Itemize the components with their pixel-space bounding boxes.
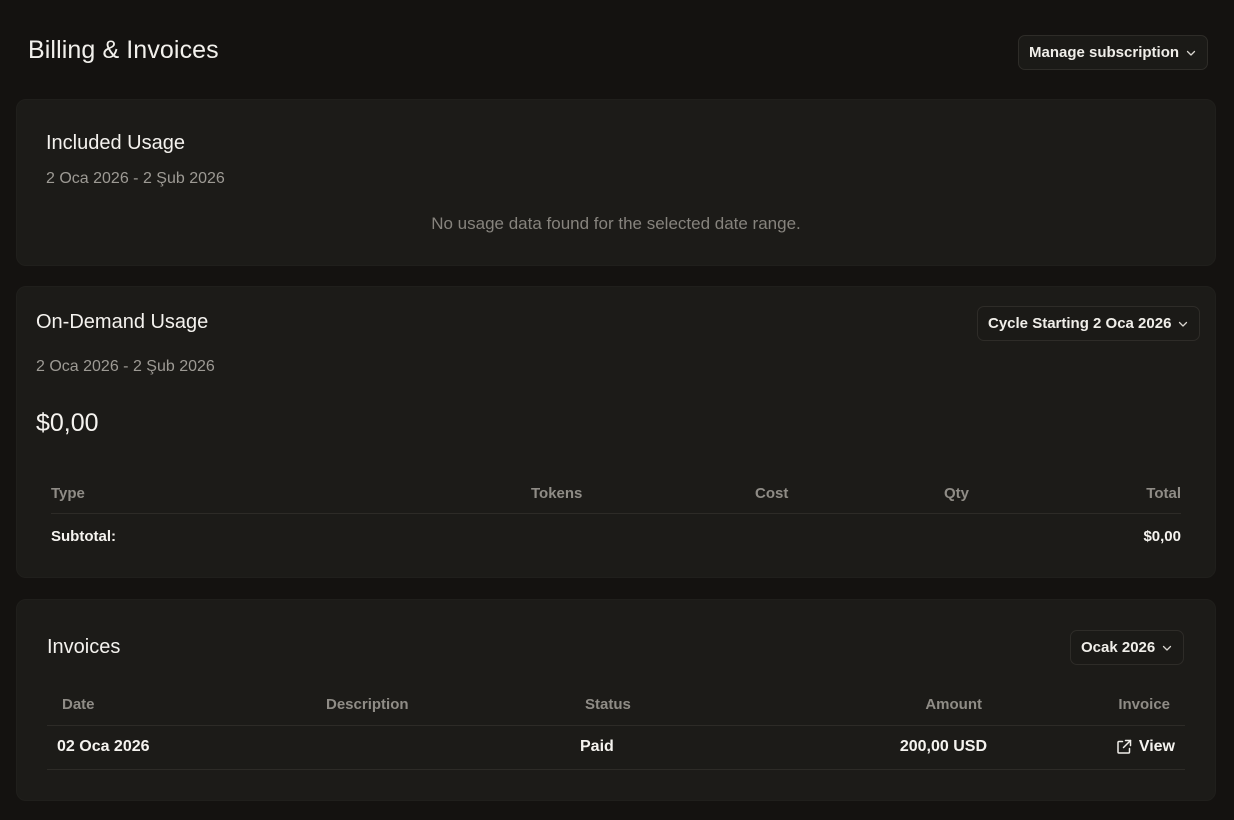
empty-state-message: No usage data found for the selected dat… xyxy=(431,214,801,233)
column-header-total: Total xyxy=(1146,485,1181,502)
column-header-status: Status xyxy=(585,696,631,713)
on-demand-date-range: 2 Oca 2026 - 2 Şub 2026 xyxy=(36,358,215,375)
column-header-qty: Qty xyxy=(944,485,970,502)
chevron-down-icon xyxy=(1179,321,1188,327)
column-header-type: Type xyxy=(51,485,85,502)
included-usage-card: Included Usage 2 Oca 2026 - 2 Şub 2026 N… xyxy=(16,99,1216,266)
invoice-amount: 200,00 USD xyxy=(899,738,987,755)
column-header-amount: Amount xyxy=(925,696,982,713)
chevron-down-icon xyxy=(1186,50,1196,56)
page-title: Billing & Invoices xyxy=(28,36,219,64)
included-usage-title: Included Usage xyxy=(46,132,185,154)
on-demand-usage-table: Type Tokens Cost Qty Total Subtotal: $0,… xyxy=(51,473,1181,558)
column-header-description: Description xyxy=(326,696,409,713)
chevron-down-icon xyxy=(1163,645,1172,651)
view-invoice-label: View xyxy=(1138,738,1175,755)
table-row: 02 Oca 2026 Paid 200,00 USD View xyxy=(47,726,1185,770)
manage-subscription-button[interactable]: Manage subscription xyxy=(1018,35,1209,70)
external-link-icon xyxy=(1117,739,1132,754)
subtotal-value: $0,00 xyxy=(1143,528,1181,545)
manage-subscription-label: Manage subscription xyxy=(1029,44,1180,61)
table-header-row: Date Description Status Amount Invoice xyxy=(47,687,1185,726)
subtotal-row: Subtotal: $0,00 xyxy=(51,514,1181,558)
on-demand-usage-card: On-Demand Usage Cycle Starting 2 Oca 202… xyxy=(16,286,1216,578)
column-header-invoice: Invoice xyxy=(1118,696,1170,713)
invoice-month-dropdown[interactable]: Ocak 2026 xyxy=(1070,630,1185,665)
subtotal-label: Subtotal: xyxy=(51,528,116,545)
invoices-card: Invoices Ocak 2026 Date Description Stat… xyxy=(16,599,1216,801)
invoices-table: Date Description Status Amount Invoice 0… xyxy=(47,687,1185,770)
column-header-tokens: Tokens xyxy=(531,485,583,502)
included-usage-date-range: 2 Oca 2026 - 2 Şub 2026 xyxy=(46,170,225,187)
on-demand-total-amount: $0,00 xyxy=(36,409,99,437)
cycle-select-label: Cycle Starting 2 Oca 2026 xyxy=(988,315,1172,332)
invoice-month-label: Ocak 2026 xyxy=(1081,639,1156,656)
invoice-date: 02 Oca 2026 xyxy=(57,738,150,755)
table-header-row: Type Tokens Cost Qty Total xyxy=(51,473,1181,514)
billing-page: Billing & Invoices Manage subscription I… xyxy=(0,0,1234,820)
invoices-title: Invoices xyxy=(47,636,121,658)
on-demand-usage-title: On-Demand Usage xyxy=(36,311,209,333)
column-header-date: Date xyxy=(62,696,95,713)
view-invoice-link[interactable]: View xyxy=(1115,738,1175,756)
cycle-select-dropdown[interactable]: Cycle Starting 2 Oca 2026 xyxy=(977,306,1201,341)
invoice-status: Paid xyxy=(580,738,614,755)
column-header-cost: Cost xyxy=(755,485,789,502)
